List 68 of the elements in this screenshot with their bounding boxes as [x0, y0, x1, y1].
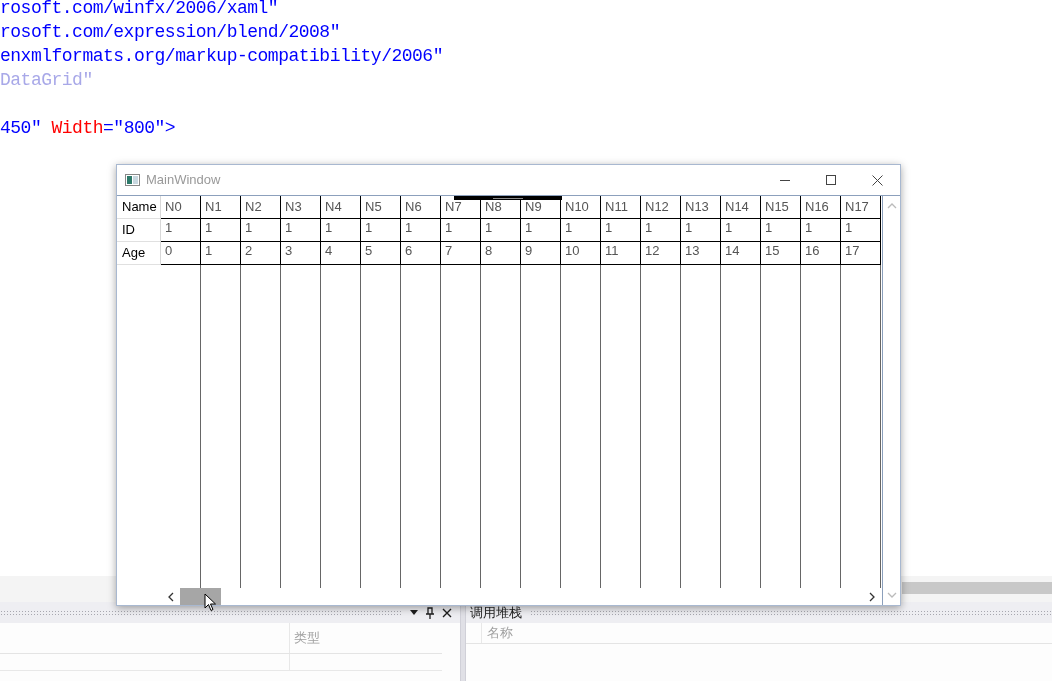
table-cell: 3	[281, 242, 321, 265]
table-cell: 1	[321, 219, 361, 242]
column-header[interactable]: N3	[281, 196, 321, 219]
drag-handle[interactable]	[454, 196, 562, 200]
window-app-icon	[125, 174, 140, 186]
table-cell: 1	[401, 219, 441, 242]
table-cell: 1	[521, 219, 561, 242]
table-cell: 1	[841, 219, 881, 242]
column-header[interactable]: N17	[841, 196, 881, 219]
table-cell: 17	[841, 242, 881, 265]
table-cell: 6	[401, 242, 441, 265]
table-cell: 1	[441, 219, 481, 242]
table-cell: 1	[561, 219, 601, 242]
panel-title: 调用堆栈	[470, 603, 522, 622]
row-header: Name	[117, 196, 161, 219]
code-line: rosoft.com/winfx/2006/xaml″	[0, 0, 279, 20]
table-cell: 2	[241, 242, 281, 265]
table-cell: 1	[201, 219, 241, 242]
table-cell: 1	[761, 219, 801, 242]
close-icon[interactable]	[442, 607, 452, 618]
table-cell: 10	[561, 242, 601, 265]
code-line: enxmlformats.org/markup-compatibility/2006″	[0, 45, 443, 68]
table-cell: 1	[201, 242, 241, 265]
code-line: DataGrid″	[0, 69, 93, 92]
column-header[interactable]: N6	[401, 196, 441, 219]
column-header[interactable]: N2	[241, 196, 281, 219]
table-cell: 7	[441, 242, 481, 265]
column-header[interactable]: N1	[201, 196, 241, 219]
code-line: 450″ Width=″800″>	[0, 117, 176, 140]
column-header[interactable]: N14	[721, 196, 761, 219]
column-header[interactable]: N12	[641, 196, 681, 219]
column-header[interactable]: N4	[321, 196, 361, 219]
table-cell: 1	[161, 219, 201, 242]
maximize-icon	[826, 175, 836, 185]
row-header: Age	[117, 242, 161, 265]
table-cell: 1	[481, 219, 521, 242]
dropdown-icon[interactable]	[410, 610, 418, 615]
code-line: rosoft.com/expression/blend/2008″	[0, 21, 340, 44]
table-cell: 12	[641, 242, 681, 265]
column-header[interactable]: N5	[361, 196, 401, 219]
table-cell: 1	[601, 219, 641, 242]
column-header[interactable]: N15	[761, 196, 801, 219]
table-cell: 1	[801, 219, 841, 242]
column-header[interactable]: N0	[161, 196, 201, 219]
window-title: MainWindow	[146, 171, 221, 190]
table-cell: 0	[161, 242, 201, 265]
table-cell: 1	[361, 219, 401, 242]
table-cell: 11	[601, 242, 641, 265]
table-cell: 16	[801, 242, 841, 265]
minimize-icon	[780, 179, 790, 181]
table-cell: 13	[681, 242, 721, 265]
table-cell: 4	[321, 242, 361, 265]
table-cell: 1	[721, 219, 761, 242]
table-cell: 1	[281, 219, 321, 242]
table-cell: 8	[481, 242, 521, 265]
table-cell: 9	[521, 242, 561, 265]
column-header[interactable]: N13	[681, 196, 721, 219]
table-cell: 5	[361, 242, 401, 265]
table-cell: 1	[241, 219, 281, 242]
table-cell: 15	[761, 242, 801, 265]
column-header[interactable]: N16	[801, 196, 841, 219]
table-cell: 14	[721, 242, 761, 265]
column-header[interactable]: N11	[601, 196, 641, 219]
row-header: ID	[117, 219, 161, 242]
close-icon	[871, 174, 883, 186]
table-cell: 1	[641, 219, 681, 242]
pin-icon[interactable]	[426, 606, 434, 619]
table-cell: 1	[681, 219, 721, 242]
